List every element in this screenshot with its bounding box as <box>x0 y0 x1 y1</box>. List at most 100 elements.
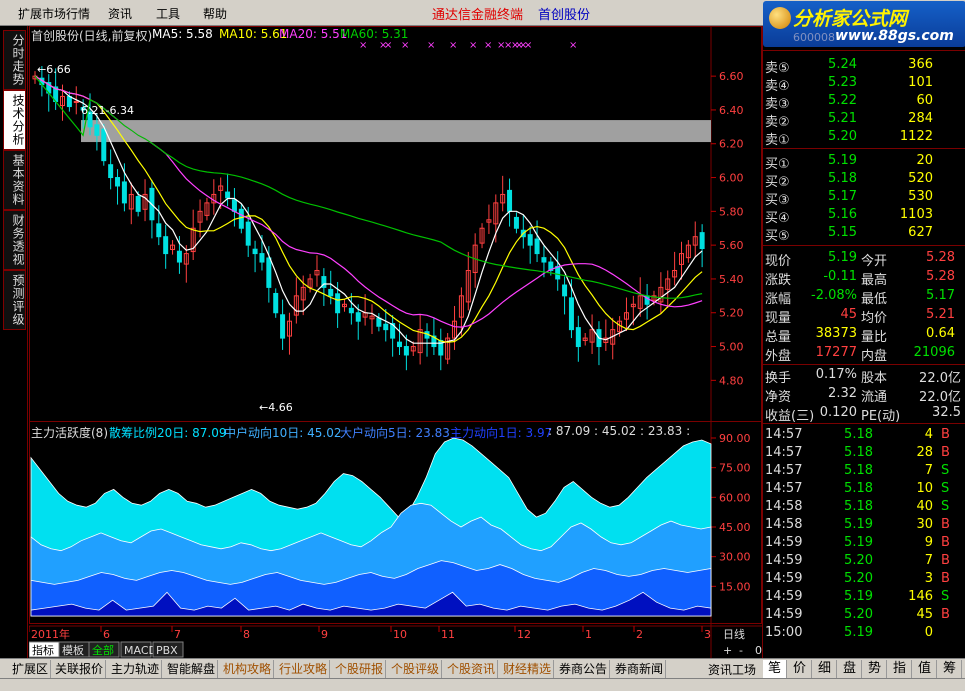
small-tab-1[interactable]: 模板 <box>62 643 84 657</box>
date-label: 11 <box>441 628 455 641</box>
small-tab-0[interactable]: 指标 <box>32 643 54 657</box>
bid-volume: 520 <box>908 171 933 186</box>
tick-direction: B <box>941 445 950 460</box>
right-tab-6[interactable]: 值 <box>913 660 937 678</box>
ma20-label: MA20: 5.51 <box>279 27 348 41</box>
stat-value: 21096 <box>913 345 955 360</box>
bottom-tab-8[interactable]: 个股资讯 <box>445 660 499 678</box>
right-tab-0[interactable]: 笔 <box>763 660 787 678</box>
stat-value: 5.28 <box>926 250 955 265</box>
menu-item-help[interactable]: 帮助 <box>203 5 227 22</box>
low-annotation: ←4.66 <box>259 401 293 414</box>
tick-direction: B <box>941 571 950 586</box>
ind-tick-label: 60.00 <box>719 491 751 504</box>
candle-body <box>231 199 237 212</box>
quote-row: 现价 5.19 今开 5.28 <box>763 249 965 269</box>
tick-time: 14:59 <box>765 535 803 550</box>
quote-row: 买② 5.18 520 <box>763 170 965 190</box>
stat-value: 17277 <box>815 345 857 360</box>
quote-row: 卖② 5.21 284 <box>763 110 965 130</box>
right-tab-2[interactable]: 细 <box>813 660 837 678</box>
price-tick-label: 5.20 <box>719 307 744 320</box>
tick-volume: 45 <box>916 607 933 622</box>
quote-row: 14:57 5.18 10 S <box>763 480 965 498</box>
bottom-tab-11[interactable]: 券商新闻 <box>613 660 667 678</box>
quote-row: 14:59 5.19 146 S <box>763 588 965 606</box>
bottom-tab-6[interactable]: 个股研报 <box>333 660 387 678</box>
right-tab-3[interactable]: 盘 <box>838 660 862 678</box>
bottom-tab-4[interactable]: 机构攻略 <box>221 660 275 678</box>
ask-volume: 1122 <box>899 129 933 144</box>
quote-divider <box>763 364 965 365</box>
candle-body <box>156 223 162 238</box>
tab-profile[interactable]: 基本资料 <box>3 150 26 210</box>
bottom-tab-2[interactable]: 主力轨迹 <box>109 660 163 678</box>
high-annotation: ←6.66 <box>37 63 71 76</box>
candle-body <box>403 346 409 356</box>
chart-svg[interactable]: 6.60 6.40 6.20 6.00 5.80 5.60 5.40 5.20 5.00 4.80… <box>29 26 762 658</box>
right-tab-7[interactable]: 筹 <box>938 660 962 678</box>
quote-row: 14:57 5.18 4 B <box>763 426 965 444</box>
tab-technical[interactable]: 技术分析 <box>3 90 26 150</box>
bottom-tab-0[interactable]: 扩展区 <box>10 660 52 678</box>
candle-body <box>527 234 533 246</box>
bottom-tab-1[interactable]: 关联报价 <box>53 660 107 678</box>
menu-item-news[interactable]: 资讯 <box>108 5 132 22</box>
price-tick-label: 4.80 <box>719 374 744 387</box>
ask-price: 5.21 <box>828 111 857 126</box>
fund-value: 2.32 <box>828 386 857 401</box>
bottom-tab-3[interactable]: 智能解盘 <box>165 660 219 678</box>
quote-row: 买⑤ 5.15 627 <box>763 224 965 244</box>
chart-area[interactable]: 6.60 6.40 6.20 6.00 5.80 5.60 5.40 5.20 5.00 4.80… <box>29 26 762 658</box>
stat-value: 38373 <box>815 326 857 341</box>
tab-finance[interactable]: 财务透视 <box>3 210 26 270</box>
stat-label: 最低 <box>861 292 888 307</box>
menu-item-tools[interactable]: 工具 <box>156 5 180 22</box>
quote-row: 总量 38373 量比 0.64 <box>763 325 965 345</box>
tick-direction: B <box>941 535 950 550</box>
small-tab-3[interactable]: MACD <box>124 644 157 657</box>
right-tab-5[interactable]: 指 <box>888 660 912 678</box>
quote-row: 14:59 5.20 45 B <box>763 606 965 624</box>
date-label: 2 <box>636 628 643 641</box>
quote-row: 买④ 5.16 1103 <box>763 206 965 226</box>
menu-item-market[interactable]: 扩展市场行情 <box>18 5 90 22</box>
candle-body <box>568 297 574 331</box>
axis-zoom-button[interactable]: + <box>723 644 732 657</box>
bottom-tab-9[interactable]: 财经精选 <box>501 660 555 678</box>
tick-time: 14:59 <box>765 607 803 622</box>
tick-price: 5.19 <box>844 517 873 532</box>
right-tab-1[interactable]: 价 <box>788 660 812 678</box>
bid-volume: 530 <box>908 189 933 204</box>
kline-name: 首创股份(日线,前复权) <box>31 29 153 43</box>
small-tab-2[interactable]: 全部 <box>92 643 114 657</box>
site-logo: 分析家公式网 www.88gs.com 600008 <box>763 1 965 47</box>
candle-body <box>135 195 141 212</box>
fund-value: 0.120 <box>819 405 857 420</box>
right-tab-4[interactable]: 势 <box>863 660 887 678</box>
date-label: 1 <box>585 628 592 641</box>
bid-volume: 20 <box>916 153 933 168</box>
ma60-label: MA60: 5.31 <box>340 27 409 41</box>
bottom-tab-7[interactable]: 个股评级 <box>389 660 443 678</box>
tick-price: 5.19 <box>844 589 873 604</box>
kline-frame <box>29 26 762 422</box>
date-label: 6 <box>103 628 110 641</box>
axis-zoom-button[interactable]: - <box>739 644 743 657</box>
ask-label: 卖① <box>765 133 790 148</box>
bottom-tab-5[interactable]: 行业攻略 <box>277 660 331 678</box>
candle-body <box>176 250 182 263</box>
tab-forecast[interactable]: 预测评级 <box>3 270 26 330</box>
info-workshop-label[interactable]: 资讯工场 <box>708 661 756 678</box>
date-label: 10 <box>393 628 407 641</box>
quote-row: 14:58 5.18 40 S <box>763 498 965 516</box>
price-tick-label: 6.20 <box>719 138 744 151</box>
axis-zoom-button[interactable]: 0 <box>755 644 762 657</box>
ask-price: 5.20 <box>828 129 857 144</box>
range-annotation: 6.21-6.34 <box>81 104 134 117</box>
fund-label: 净资 <box>765 390 792 405</box>
bottom-tab-10[interactable]: 券商公告 <box>557 660 611 678</box>
tab-intraday[interactable]: 分时走势 <box>3 30 26 90</box>
small-tab-4[interactable]: PBX <box>156 644 178 657</box>
bid-price: 5.19 <box>828 153 857 168</box>
